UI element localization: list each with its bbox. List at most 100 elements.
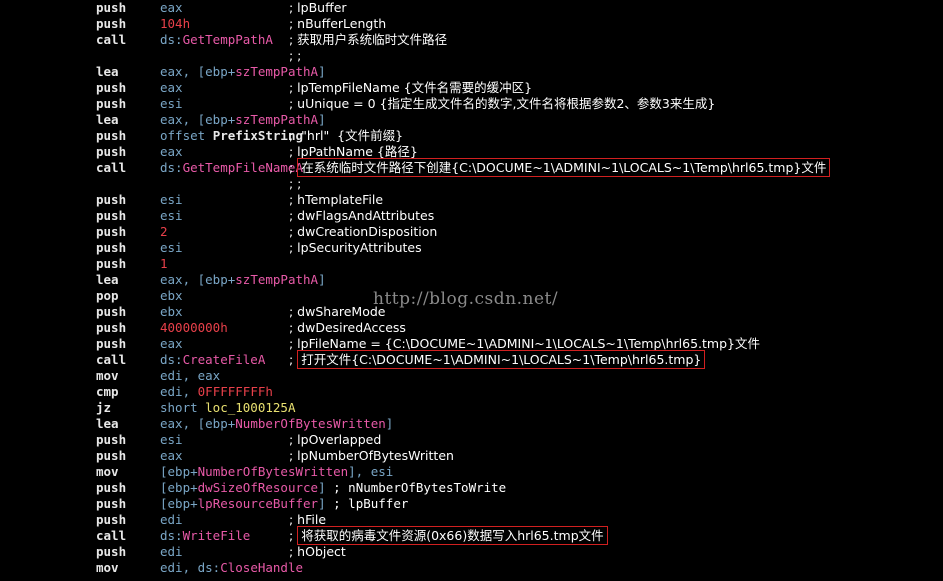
line-comment: ; hFile <box>289 512 327 527</box>
memory-tail: ] <box>318 480 326 495</box>
code-line[interactable]: push 40000000h ; dwDesiredAccess <box>0 320 943 336</box>
line-comment: ; ; <box>289 176 302 191</box>
register-operand: edi <box>160 512 183 527</box>
instruction-mnemonic: mov <box>96 464 119 479</box>
instruction-mnemonic: call <box>96 528 127 543</box>
code-line[interactable]: push eax ; lpNumberOfBytesWritten <box>0 448 943 464</box>
symbol-name: NumberOfBytesWritten <box>235 416 386 431</box>
code-line[interactable]: push esi ; lpSecurityAttributes <box>0 240 943 256</box>
instruction-operand: eax <box>160 0 183 16</box>
code-line[interactable]: jz short loc_1000125A <box>0 400 943 416</box>
code-line[interactable]: ; ; <box>0 48 943 64</box>
code-line[interactable]: mov edi, ds:CloseHandle <box>0 560 943 576</box>
watermark: http://blog.csdn.net/ <box>373 289 559 309</box>
instruction-operand: eax, [ebp+szTempPathA] <box>160 112 326 128</box>
instruction-operand: offset PrefixString <box>160 128 303 144</box>
jump-label: loc_1000125A <box>205 400 296 415</box>
register-operand: ebx <box>160 304 183 319</box>
line-comment: ; lpBuffer <box>325 496 409 511</box>
line-comment: ; lpTempFileName {文件名需要的缓冲区} <box>289 80 533 95</box>
code-line[interactable]: call ds:GetTempFileNameA; 在系统临时文件路径下创建{C:… <box>0 158 943 177</box>
code-line[interactable]: push 1 <box>0 256 943 272</box>
code-line[interactable]: push esi ; hTemplateFile <box>0 192 943 208</box>
line-comment: ; <box>289 160 298 175</box>
comment-column: ; lpOverlapped <box>289 432 381 448</box>
instruction-operand: esi <box>160 192 183 208</box>
instruction-mnemonic: push <box>96 128 127 143</box>
code-line[interactable]: push eax ; lpBuffer <box>0 0 943 16</box>
code-line[interactable]: push eax ; lpTempFileName {文件名需要的缓冲区} <box>0 80 943 96</box>
code-line[interactable]: push [ebp+dwSizeOfResource] ; nNumberOfBy… <box>0 480 943 496</box>
instruction-mnemonic: call <box>96 32 127 47</box>
memory-tail: ] <box>318 64 326 79</box>
instruction-operand: eax <box>160 144 183 160</box>
register-operand: esi <box>160 192 183 207</box>
instruction-operand: esi <box>160 208 183 224</box>
comment-column: ; ; <box>289 48 301 64</box>
instruction-operand: eax <box>160 448 183 464</box>
line-comment: ; nBufferLength <box>289 16 387 31</box>
comment-column: ; 获取用户系统临时文件路径 <box>289 32 447 48</box>
code-line[interactable]: push esi ; lpOverlapped <box>0 432 943 448</box>
code-line[interactable]: lea eax, [ebp+szTempPathA] <box>0 64 943 80</box>
comment-column: ; lpNumberOfBytesWritten <box>289 448 454 464</box>
code-line[interactable]: call ds:WriteFile; 将获取的病毒文件资源(0x66)数据写入hr… <box>0 526 943 545</box>
instruction-operand: [ebp+dwSizeOfResource] ; nNumberOfBytesT… <box>160 480 506 496</box>
register-operand: eax <box>160 448 183 463</box>
instruction-mnemonic: lea <box>96 112 119 127</box>
code-line[interactable]: push edi ; hObject <box>0 544 943 560</box>
code-line[interactable]: mov [ebp+NumberOfBytesWritten], esi <box>0 464 943 480</box>
code-line[interactable]: lea eax, [ebp+NumberOfBytesWritten] <box>0 416 943 432</box>
code-line[interactable]: push esi ; uUnique = 0 {指定生成文件名的数字,文件名将根据参… <box>0 96 943 112</box>
register-operand: esi <box>160 240 183 255</box>
code-line[interactable]: lea eax, [ebp+szTempPathA] <box>0 272 943 288</box>
instruction-mnemonic: push <box>96 80 127 95</box>
code-line[interactable]: push [ebp+lpResourceBuffer] ; lpBuffer <box>0 496 943 512</box>
line-comment: ; lpOverlapped <box>289 432 382 447</box>
instruction-mnemonic: push <box>96 144 127 159</box>
register-operand: esi <box>160 432 183 447</box>
memory-base: eax, [ebp+ <box>160 416 236 431</box>
code-line[interactable]: push 104h ; nBufferLength <box>0 16 943 32</box>
line-comment: ; dwShareMode <box>289 304 386 319</box>
instruction-mnemonic: push <box>96 320 127 335</box>
instruction-operand: ebx <box>160 304 183 320</box>
comment-column: ; hObject <box>289 544 346 560</box>
code-line[interactable]: mov edi, eax <box>0 368 943 384</box>
instruction-operand: ebx <box>160 288 183 304</box>
line-comment: ; ; <box>289 48 302 63</box>
instruction-mnemonic: lea <box>96 64 119 79</box>
comment-column: ; lpBuffer <box>289 0 347 16</box>
memory-tail: ], esi <box>348 464 394 479</box>
symbol-name: szTempPathA <box>235 272 319 287</box>
instruction-operand: ds:CreateFileA <box>160 352 265 368</box>
code-line[interactable]: call ds:GetTempPathA ; 获取用户系统临时文件路径 <box>0 32 943 48</box>
instruction-mnemonic: push <box>96 544 127 559</box>
symbol-name: NumberOfBytesWritten <box>197 464 349 479</box>
memory-base: [ebp+ <box>160 496 198 511</box>
line-comment: ; lpNumberOfBytesWritten <box>289 448 454 463</box>
instruction-operand: 104h <box>160 16 190 32</box>
comment-column: ; hTemplateFile <box>289 192 383 208</box>
comment-column: ; dwCreationDisposition <box>289 224 437 240</box>
code-line[interactable]: push esi ; dwFlagsAndAttributes <box>0 208 943 224</box>
code-line[interactable]: call ds:CreateFileA; 打开文件{C:\DOCUME~1\ADM… <box>0 350 943 369</box>
comment-column: ; lpTempFileName {文件名需要的缓冲区} <box>289 80 532 96</box>
instruction-operand: esi <box>160 432 183 448</box>
code-line[interactable]: push offset PrefixString; "hrl" {文件前缀} <box>0 128 943 144</box>
numeric-operand: 0FFFFFFFFh <box>197 384 273 399</box>
offset-operand: offset PrefixString <box>160 128 303 143</box>
numeric-operand: 40000000h <box>160 320 228 335</box>
code-line[interactable]: push 2 ; dwCreationDisposition <box>0 224 943 240</box>
instruction-mnemonic: push <box>96 256 127 271</box>
code-line[interactable]: lea eax, [ebp+szTempPathA] <box>0 112 943 128</box>
instruction-mnemonic: push <box>96 496 127 511</box>
memory-base: [ebp+ <box>160 480 198 495</box>
register-operand: eax <box>160 80 183 95</box>
instruction-mnemonic: push <box>96 208 127 223</box>
code-line[interactable]: cmp edi, 0FFFFFFFFh <box>0 384 943 400</box>
instruction-operand: eax <box>160 336 183 352</box>
instruction-operand: 1 <box>160 256 168 272</box>
code-line[interactable]: ; ; <box>0 176 943 192</box>
instruction-operand: ds:GetTempPathA <box>160 32 273 48</box>
